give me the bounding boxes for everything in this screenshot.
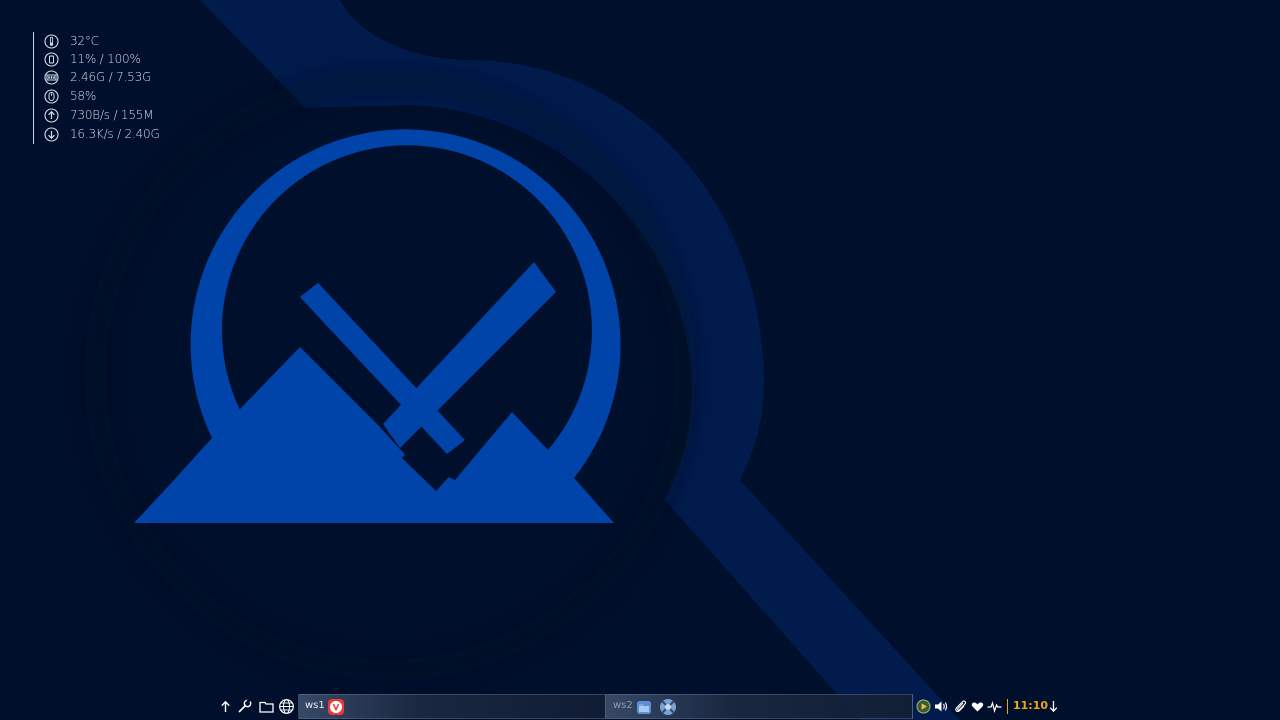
vivaldi-browser-icon[interactable] [327, 698, 345, 716]
workspace-2-label: ws2 [613, 700, 633, 711]
globe-icon[interactable] [278, 698, 295, 715]
sysmon-disk: 58% [70, 89, 97, 103]
workspace-2[interactable]: ws2 [606, 694, 913, 719]
tray-separator [1007, 699, 1008, 714]
sysmon-download-row: 16.3K/s / 2.40G [44, 125, 194, 143]
volume-icon[interactable] [934, 699, 949, 714]
sysmon-upload-row: 730B/s / 155M [44, 106, 194, 124]
media-play-icon[interactable] [916, 699, 931, 714]
workspace-1[interactable]: ws1 [298, 694, 606, 719]
download-icon[interactable] [1046, 699, 1061, 714]
system-tool-icon[interactable] [659, 698, 677, 716]
folder-icon[interactable] [258, 698, 275, 715]
sysmon-cpu-row: 11% / 100% [44, 50, 194, 68]
activity-icon[interactable] [987, 699, 1002, 714]
memory-icon [44, 69, 59, 85]
sysmon-upload: 730B/s / 155M [70, 108, 154, 122]
heart-icon[interactable] [970, 699, 985, 714]
sysmon-temperature-row: 32°C [44, 32, 194, 50]
system-monitor: 32°C 11% / 100% 2.46G / 7.53G 58% 730B/s… [33, 32, 194, 144]
wrench-icon[interactable] [236, 698, 253, 715]
disk-icon [44, 88, 59, 104]
sysmon-cpu: 11% / 100% [70, 52, 141, 66]
paperclip-icon[interactable] [953, 699, 968, 714]
bottom-panel: ws1 ws2 11:10 [0, 693, 1280, 720]
upload-arrow-icon [44, 107, 59, 123]
file-manager-icon[interactable] [635, 698, 653, 716]
clock[interactable]: 11:10 [1013, 699, 1048, 712]
sysmon-memory: 2.46G / 7.53G [70, 70, 152, 84]
thermometer-icon [44, 33, 59, 49]
cpu-icon [44, 51, 59, 67]
sysmon-download: 16.3K/s / 2.40G [70, 127, 160, 141]
desktop: 32°C 11% / 100% 2.46G / 7.53G 58% 730B/s… [0, 0, 1280, 720]
arrow-up-icon[interactable] [217, 698, 234, 715]
download-arrow-icon [44, 126, 59, 142]
sysmon-temperature: 32°C [70, 34, 99, 48]
workspace-1-label: ws1 [305, 700, 325, 711]
sysmon-memory-row: 2.46G / 7.53G [44, 68, 194, 86]
sysmon-disk-row: 58% [44, 87, 194, 105]
